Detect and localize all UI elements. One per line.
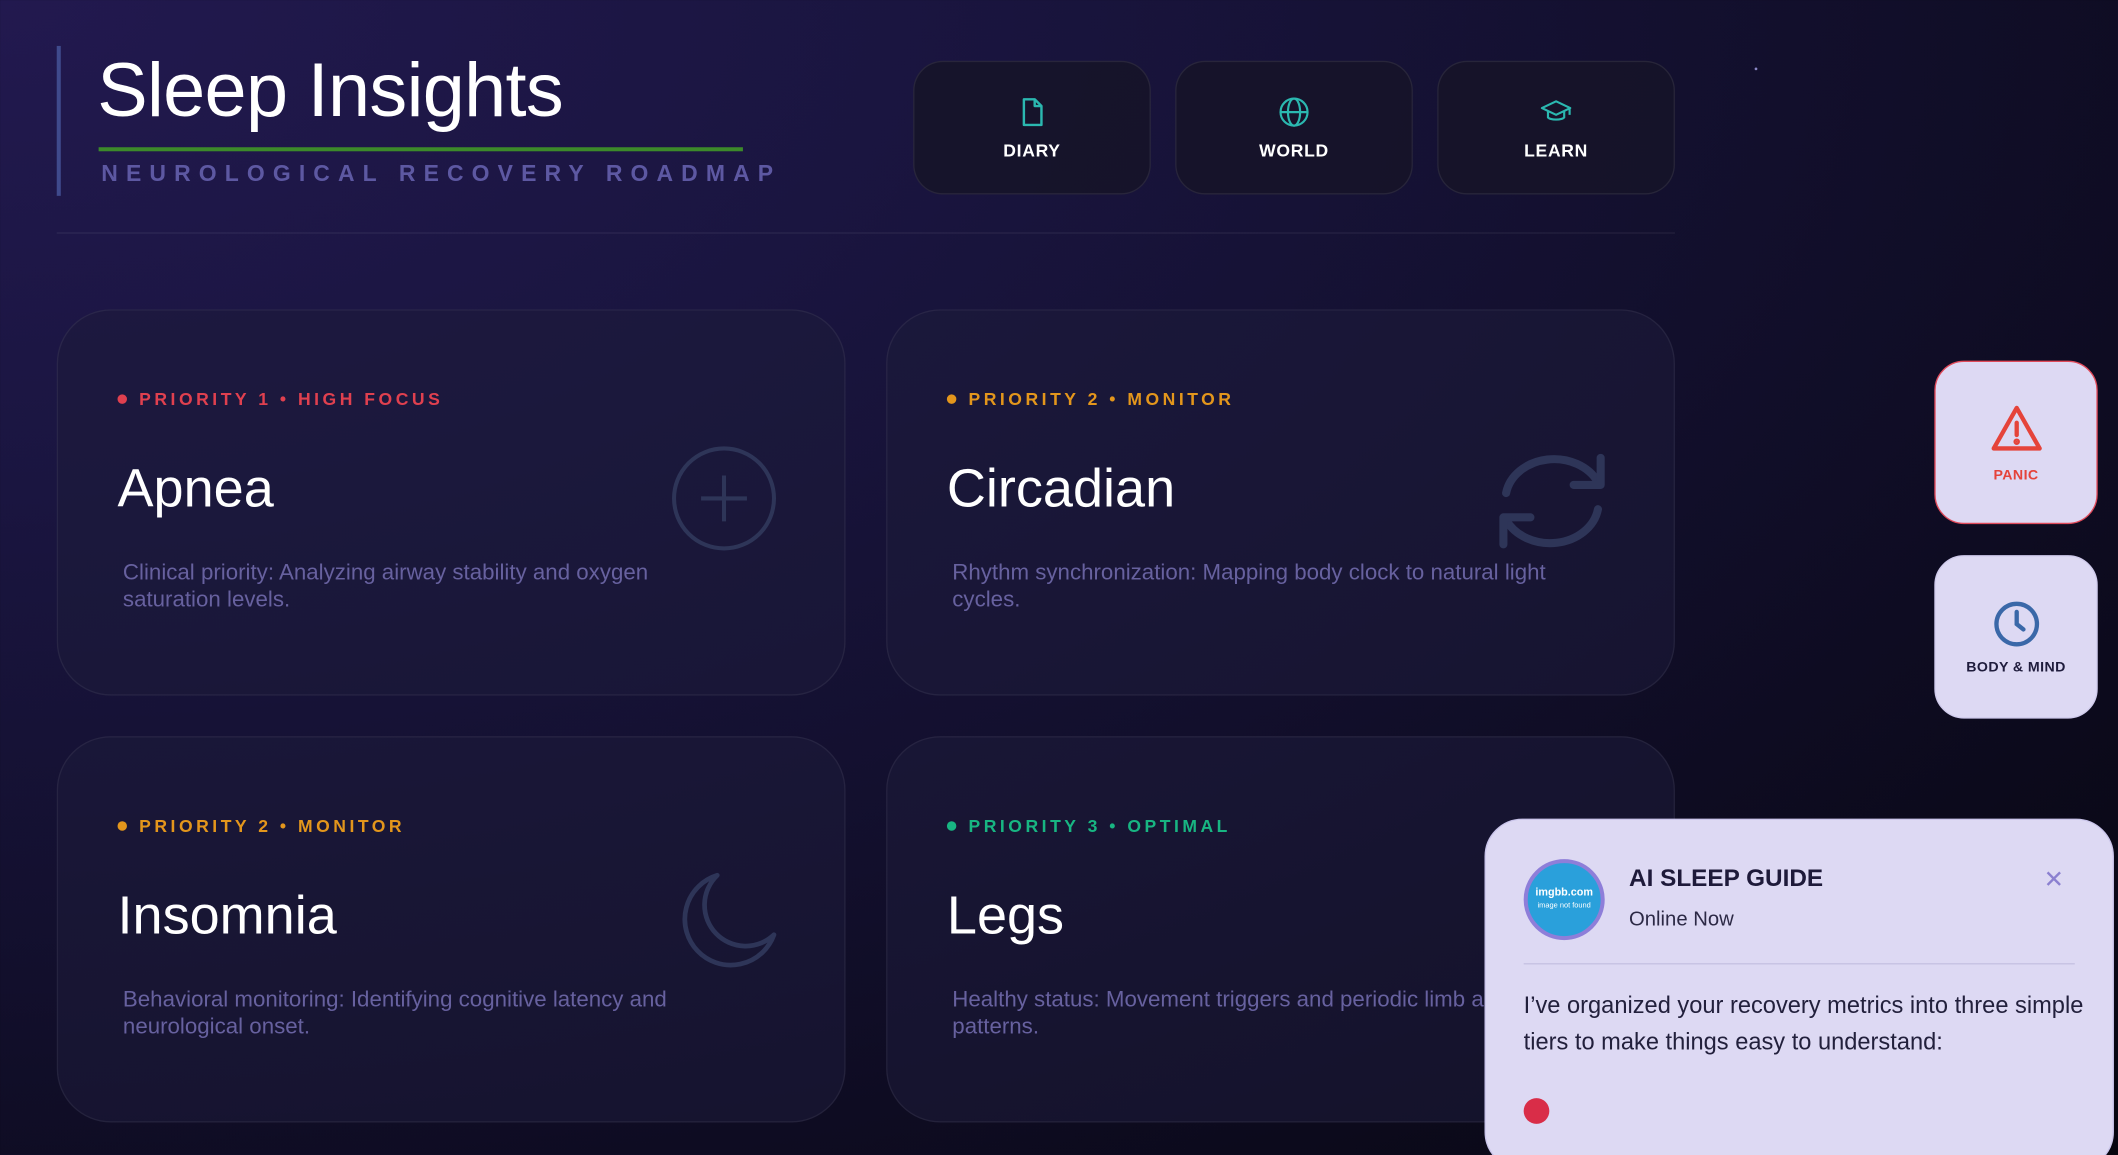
card-title: Legs — [946, 886, 1065, 946]
card-apnea[interactable]: PRIORITY 1 • HIGH FOCUS Apnea Clinical p… — [56, 309, 846, 696]
card-circadian[interactable]: PRIORITY 2 • MONITOR Circadian Rhythm sy… — [886, 309, 1675, 696]
card-insomnia[interactable]: PRIORITY 2 • MONITOR Insomnia Behavioral… — [56, 736, 846, 1123]
priority-label: PRIORITY 2 • MONITOR — [968, 389, 1235, 410]
globe-icon — [1279, 96, 1309, 127]
chat-message: I’ve organized your recovery metrics int… — [1523, 991, 2084, 1055]
ai-chat-panel: imgbb.com image not found AI SLEEP GUIDE… — [1484, 818, 2114, 1155]
card-title: Circadian — [946, 459, 1176, 519]
refresh-icon — [1499, 453, 1605, 549]
chat-divider — [1523, 963, 2075, 965]
priority-label: PRIORITY 1 • HIGH FOCUS — [139, 389, 444, 410]
avatar-subtext: image not found — [1537, 902, 1591, 911]
card-description: Clinical priority: Analyzing airway stab… — [122, 560, 649, 612]
page-title: Sleep Insights — [97, 47, 563, 133]
header-divider — [56, 232, 1675, 234]
nav-diary-label: DIARY — [1003, 139, 1061, 161]
priority-dot — [117, 394, 127, 404]
warning-icon — [1990, 405, 2042, 450]
priority-dot — [946, 821, 957, 831]
body-mind-button[interactable]: BODY & MIND — [1934, 555, 2098, 719]
chat-status: Online Now — [1629, 907, 1734, 931]
priority-dot — [117, 821, 127, 831]
nav-diary-button[interactable]: DIARY — [913, 60, 1151, 195]
priority-dot — [946, 394, 957, 404]
nav-learn-label: LEARN — [1524, 139, 1589, 161]
card-title: Insomnia — [117, 886, 337, 946]
priority-label: PRIORITY 2 • MONITOR — [139, 815, 406, 837]
card-description: Rhythm synchronization: Mapping body clo… — [952, 560, 1546, 612]
card-description: Healthy status: Movement triggers and pe… — [952, 987, 1484, 1039]
avatar: imgbb.com image not found — [1523, 859, 1605, 941]
card-title: Apnea — [117, 459, 274, 519]
priority-tag: PRIORITY 2 • MONITOR — [946, 389, 1235, 410]
nav-learn-button[interactable]: LEARN — [1437, 60, 1675, 195]
nav-world-label: WORLD — [1259, 139, 1329, 161]
decorative-dot — [1754, 67, 1758, 71]
body-mind-label: BODY & MIND — [1966, 658, 2066, 675]
title-underline — [98, 147, 743, 152]
moon-icon — [682, 872, 777, 968]
chat-title: AI SLEEP GUIDE — [1629, 864, 1824, 892]
panic-label: PANIC — [1993, 466, 2039, 483]
status-dot — [1523, 1098, 1550, 1124]
panic-button[interactable]: PANIC — [1934, 360, 2098, 525]
close-icon[interactable]: ✕ — [2044, 866, 2064, 894]
card-description: Behavioral monitoring: Identifying cogni… — [122, 987, 667, 1039]
document-icon — [1022, 97, 1043, 126]
page: Sleep Insights NEUROLOGICAL RECOVERY ROA… — [0, 0, 2118, 1155]
plus-circle-icon — [672, 446, 777, 551]
nav-world-button[interactable]: WORLD — [1175, 60, 1413, 195]
priority-tag: PRIORITY 2 • MONITOR — [117, 815, 406, 837]
priority-label: PRIORITY 3 • OPTIMAL — [968, 815, 1231, 837]
page-subtitle: NEUROLOGICAL RECOVERY ROADMAP — [101, 160, 782, 187]
priority-tag: PRIORITY 3 • OPTIMAL — [946, 815, 1231, 837]
clock-icon — [1993, 600, 2039, 646]
avatar-text: imgbb.com — [1535, 886, 1594, 899]
graduation-cap-icon — [1540, 99, 1572, 120]
header-accent-bar — [56, 45, 61, 196]
priority-tag: PRIORITY 1 • HIGH FOCUS — [117, 389, 444, 410]
